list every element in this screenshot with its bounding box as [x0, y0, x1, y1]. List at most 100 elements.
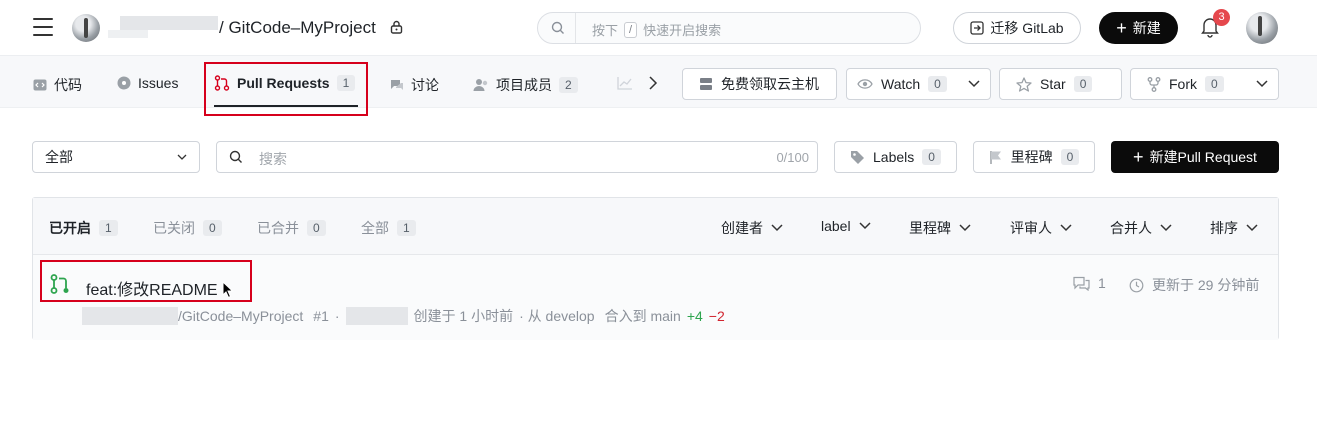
sort-filter[interactable]: 排序 [1210, 218, 1258, 238]
new-pull-request-button[interactable]: + 新建Pull Request [1111, 141, 1279, 173]
fork-dropdown[interactable] [1246, 69, 1278, 99]
watch-count: 0 [928, 76, 947, 92]
state-tab-all-count: 1 [397, 220, 416, 236]
state-tab-merged-label: 已合并 [257, 220, 299, 236]
chevron-down-icon [959, 224, 971, 232]
reviewer-filter[interactable]: 评审人 [1010, 218, 1072, 238]
merger-filter-label: 合并人 [1110, 220, 1152, 236]
menu-icon[interactable] [33, 18, 53, 36]
tab-discuss[interactable]: 讨论 [390, 75, 439, 95]
code-icon [33, 79, 47, 91]
pull-request-target-branch: 合入到 main [604, 308, 681, 324]
tag-icon [851, 150, 865, 164]
watch-button[interactable]: Watch 0 [846, 68, 991, 100]
global-search-input[interactable]: 按下 / 快速开启搜索 [537, 12, 921, 44]
state-tab-closed-count: 0 [203, 220, 222, 236]
pull-request-updated: 更新于 29 分钟前 [1129, 275, 1259, 295]
pull-request-created: 创建于 1 小时前 [413, 308, 514, 324]
plus-icon: + [1116, 18, 1127, 38]
pull-request-updated-label: 更新于 29 分钟前 [1152, 277, 1260, 293]
tab-members[interactable]: 项目成员 2 [473, 75, 578, 95]
free-cloud-host-label: 免费领取云主机 [721, 76, 819, 92]
chevron-down-icon [859, 222, 871, 230]
new-button-label: 新建 [1132, 20, 1161, 36]
search-icon [551, 21, 564, 34]
pull-request-deletions: −2 [708, 308, 725, 324]
tab-code-label: 代码 [54, 77, 82, 93]
redacted-author [345, 307, 408, 325]
milestone-filter-label: 里程碑 [1010, 149, 1053, 165]
creator-filter-label: 创建者 [721, 220, 763, 236]
milestone-filter-count: 0 [1060, 149, 1080, 165]
user-avatar[interactable] [1246, 12, 1278, 44]
star-label: Star [1040, 76, 1066, 92]
tab-members-label: 项目成员 [496, 77, 552, 93]
redacted-owner [82, 307, 178, 325]
state-tab-open-label: 已开启 [49, 220, 91, 236]
watch-label: Watch [881, 76, 921, 92]
notification-badge: 3 [1213, 9, 1230, 26]
fork-count: 0 [1205, 76, 1224, 92]
chevron-down-icon [968, 80, 980, 88]
state-tab-merged-count: 0 [307, 220, 326, 236]
milestone-filter-button[interactable]: 里程碑 0 [973, 141, 1095, 173]
meta-separator: · [334, 308, 340, 324]
milestone-list-filter-label: 里程碑 [909, 220, 951, 236]
import-icon [970, 21, 985, 35]
sort-filter-label: 排序 [1210, 220, 1238, 236]
redacted-owner-name-shadow [108, 30, 148, 38]
new-pull-request-label: 新建Pull Request [1149, 149, 1257, 165]
pull-request-meta: /GitCode–MyProject #1 · 创建于 1 小时前 · 从 de… [82, 306, 725, 326]
discussion-icon [391, 80, 403, 90]
server-icon [700, 78, 712, 90]
state-tab-open[interactable]: 已开启 1 [49, 218, 118, 238]
state-tab-open-count: 1 [99, 220, 118, 236]
fork-button[interactable]: Fork 0 [1130, 68, 1279, 100]
repo-path[interactable]: / GitCode–MyProject [219, 18, 376, 38]
migrate-gitlab-label: 迁移 GitLab [990, 20, 1064, 36]
lock-icon [390, 20, 403, 34]
scope-select[interactable]: 全部 [32, 141, 200, 173]
state-tab-closed[interactable]: 已关闭 0 [153, 218, 222, 238]
chevron-down-icon [1246, 224, 1258, 232]
tab-code[interactable]: 代码 [33, 75, 82, 95]
pr-search-input[interactable]: 搜索 0/100 [216, 141, 818, 173]
labels-filter-button[interactable]: Labels 0 [834, 141, 957, 173]
star-icon [1016, 76, 1032, 92]
comment-icon [1073, 276, 1090, 291]
repo-owner-avatar[interactable] [72, 14, 100, 42]
pull-request-repo[interactable]: /GitCode–MyProject [178, 308, 303, 324]
scope-select-value: 全部 [45, 149, 73, 165]
state-tab-merged[interactable]: 已合并 0 [257, 218, 326, 238]
search-hint-pre: 按下 [592, 23, 619, 38]
migrate-gitlab-button[interactable]: 迁移 GitLab [953, 12, 1081, 44]
search-divider [575, 13, 576, 43]
chart-icon[interactable] [617, 76, 633, 90]
search-shortcut-key: / [624, 21, 638, 38]
new-button[interactable]: + 新建 [1099, 12, 1178, 44]
labels-filter-count: 0 [922, 149, 941, 165]
mouse-cursor-icon [222, 281, 234, 299]
watch-dropdown[interactable] [958, 69, 990, 99]
creator-filter[interactable]: 创建者 [721, 218, 783, 238]
star-count: 0 [1073, 76, 1093, 92]
milestone-list-filter[interactable]: 里程碑 [909, 218, 971, 238]
star-button[interactable]: Star 0 [999, 68, 1122, 100]
label-filter-label: label [821, 218, 851, 234]
tab-issues-label: Issues [138, 75, 179, 91]
chevron-right-icon[interactable] [648, 76, 658, 90]
top-header: / GitCode–MyProject 按下 / 快速开启搜索 迁移 GitLa… [0, 0, 1317, 56]
pull-request-comments[interactable]: 1 [1073, 275, 1106, 291]
state-tab-all[interactable]: 全部 1 [361, 218, 416, 238]
label-filter[interactable]: label [821, 218, 871, 234]
free-cloud-host-button[interactable]: 免费领取云主机 [682, 68, 837, 100]
pull-request-list-header: 已开启 1 已关闭 0 已合并 0 全部 1 创建者 label 里程碑 评审人 [33, 198, 1278, 255]
merger-filter[interactable]: 合并人 [1110, 218, 1172, 238]
pull-request-additions: +4 [686, 308, 703, 324]
pull-request-comment-count: 1 [1098, 275, 1106, 291]
redacted-owner-name [120, 16, 218, 30]
tab-issues[interactable]: Issues [117, 75, 178, 91]
reviewer-filter-label: 评审人 [1010, 220, 1052, 236]
issues-icon [117, 76, 131, 90]
chevron-down-icon [177, 154, 187, 160]
